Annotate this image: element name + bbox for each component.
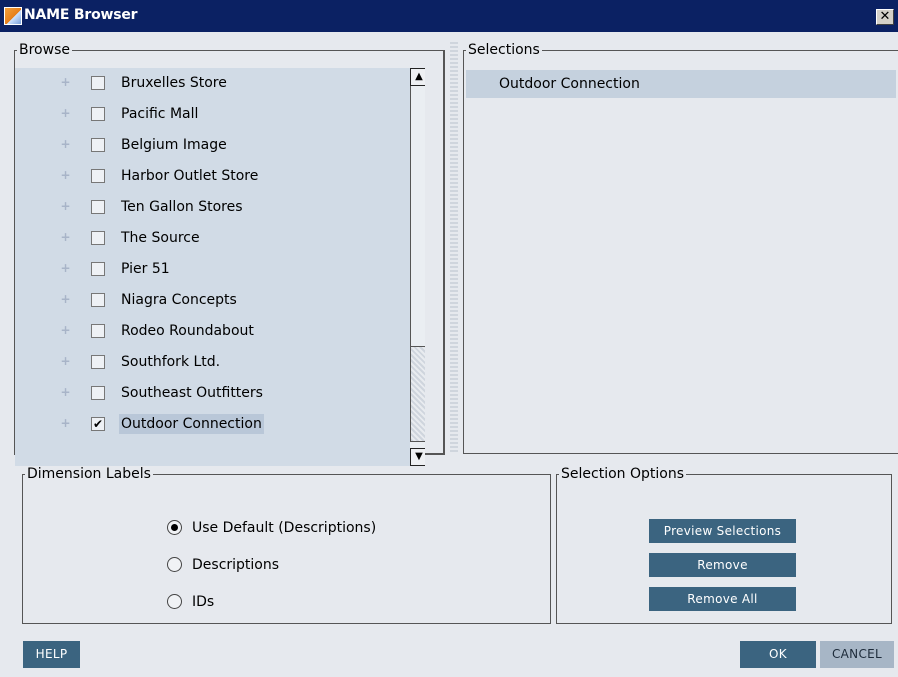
tree-row[interactable]: + Bruxelles Store bbox=[15, 68, 425, 98]
row-checkbox[interactable] bbox=[91, 231, 105, 245]
row-label[interactable]: Pier 51 bbox=[119, 259, 172, 279]
row-label[interactable]: The Source bbox=[119, 228, 202, 248]
expand-icon[interactable]: + bbox=[60, 417, 71, 429]
row-checkbox[interactable] bbox=[91, 355, 105, 369]
radio-button[interactable] bbox=[167, 557, 182, 572]
expand-icon[interactable]: + bbox=[60, 324, 71, 336]
row-label[interactable]: Southeast Outfitters bbox=[119, 383, 265, 403]
tree-row[interactable]: + Niagra Concepts bbox=[15, 285, 425, 315]
app-icon bbox=[4, 7, 22, 25]
row-checkbox[interactable] bbox=[91, 76, 105, 90]
row-label[interactable]: Rodeo Roundabout bbox=[119, 321, 256, 341]
tree-row[interactable]: + Southeast Outfitters bbox=[15, 378, 425, 408]
expand-icon[interactable]: + bbox=[60, 76, 71, 88]
radio-button[interactable] bbox=[167, 594, 182, 609]
ok-button[interactable]: OK bbox=[740, 641, 816, 668]
expand-icon[interactable]: + bbox=[60, 262, 71, 274]
row-label[interactable]: Ten Gallon Stores bbox=[119, 197, 245, 217]
scroll-thumb[interactable] bbox=[410, 346, 425, 442]
scroll-down-arrow-icon[interactable]: ▼ bbox=[410, 448, 425, 466]
close-icon: ✕ bbox=[879, 9, 891, 24]
title-bar[interactable]: NAME Browser ✕ bbox=[0, 0, 898, 32]
expand-icon[interactable]: + bbox=[60, 231, 71, 243]
scroll-track[interactable] bbox=[410, 86, 425, 346]
radio-label[interactable]: IDs bbox=[192, 591, 214, 613]
tree-row[interactable]: + Harbor Outlet Store bbox=[15, 161, 425, 191]
remove-all-button[interactable]: Remove All bbox=[649, 587, 796, 611]
pane-splitter[interactable] bbox=[450, 42, 458, 452]
expand-icon[interactable]: + bbox=[60, 169, 71, 181]
tree-row[interactable]: + ✔ Outdoor Connection bbox=[15, 409, 425, 439]
expand-icon[interactable]: + bbox=[60, 200, 71, 212]
row-label[interactable]: Outdoor Connection bbox=[119, 414, 264, 434]
selection-item[interactable]: Outdoor Connection bbox=[466, 70, 896, 98]
expand-icon[interactable]: + bbox=[60, 355, 71, 367]
tree-row[interactable]: + Rodeo Roundabout bbox=[15, 316, 425, 346]
selections-label: Selections bbox=[468, 42, 540, 58]
row-checkbox-checked[interactable]: ✔ bbox=[91, 417, 105, 431]
name-browser-window: NAME Browser ✕ Browse + Bruxelles Store … bbox=[0, 0, 898, 677]
cancel-button[interactable]: CANCEL bbox=[820, 641, 894, 668]
tree-row[interactable]: + Belgium Image bbox=[15, 130, 425, 160]
row-checkbox[interactable] bbox=[91, 200, 105, 214]
radio-button-selected[interactable] bbox=[167, 520, 182, 535]
expand-icon[interactable]: + bbox=[60, 386, 71, 398]
browse-tree: + Bruxelles Store + Pacific Mall + Belgi… bbox=[15, 68, 425, 466]
row-checkbox[interactable] bbox=[91, 386, 105, 400]
radio-label[interactable]: Descriptions bbox=[192, 554, 279, 576]
tree-row[interactable]: + Ten Gallon Stores bbox=[15, 192, 425, 222]
row-label[interactable]: Belgium Image bbox=[119, 135, 229, 155]
row-label[interactable]: Bruxelles Store bbox=[119, 73, 229, 93]
help-button[interactable]: HELP bbox=[23, 641, 80, 668]
tree-row[interactable]: + The Source bbox=[15, 223, 425, 253]
row-checkbox[interactable] bbox=[91, 262, 105, 276]
row-label[interactable]: Southfork Ltd. bbox=[119, 352, 222, 372]
preview-selections-button[interactable]: Preview Selections bbox=[649, 519, 796, 543]
window-title: NAME Browser bbox=[24, 7, 138, 23]
row-checkbox[interactable] bbox=[91, 107, 105, 121]
expand-icon[interactable]: + bbox=[60, 293, 71, 305]
dimension-labels-label: Dimension Labels bbox=[27, 466, 151, 482]
tree-row[interactable]: + Pier 51 bbox=[15, 254, 425, 284]
close-button[interactable]: ✕ bbox=[876, 9, 894, 25]
row-checkbox[interactable] bbox=[91, 293, 105, 307]
browse-scrollbar[interactable]: ▲ ▼ bbox=[410, 68, 425, 466]
row-label[interactable]: Harbor Outlet Store bbox=[119, 166, 260, 186]
dimension-labels-panel: Dimension Labels Use Default (Descriptio… bbox=[22, 466, 551, 624]
selection-options-label: Selection Options bbox=[561, 466, 684, 482]
row-checkbox[interactable] bbox=[91, 138, 105, 152]
expand-icon[interactable]: + bbox=[60, 107, 71, 119]
selections-panel: Selections Outdoor Connection bbox=[463, 42, 898, 454]
remove-button[interactable]: Remove bbox=[649, 553, 796, 577]
radio-label[interactable]: Use Default (Descriptions) bbox=[192, 517, 376, 539]
scroll-up-arrow-icon[interactable]: ▲ bbox=[410, 68, 425, 86]
tree-row[interactable]: + Southfork Ltd. bbox=[15, 347, 425, 377]
row-checkbox[interactable] bbox=[91, 169, 105, 183]
browse-label: Browse bbox=[19, 42, 70, 58]
selection-options-panel: Selection Options Preview Selections Rem… bbox=[556, 466, 892, 624]
selections-list: Outdoor Connection bbox=[466, 68, 896, 466]
row-checkbox[interactable] bbox=[91, 324, 105, 338]
row-label[interactable]: Niagra Concepts bbox=[119, 290, 239, 310]
expand-icon[interactable]: + bbox=[60, 138, 71, 150]
row-label[interactable]: Pacific Mall bbox=[119, 104, 200, 124]
browse-panel: Browse + Bruxelles Store + Pacific Mall … bbox=[14, 42, 445, 466]
tree-row[interactable]: + Pacific Mall bbox=[15, 99, 425, 129]
